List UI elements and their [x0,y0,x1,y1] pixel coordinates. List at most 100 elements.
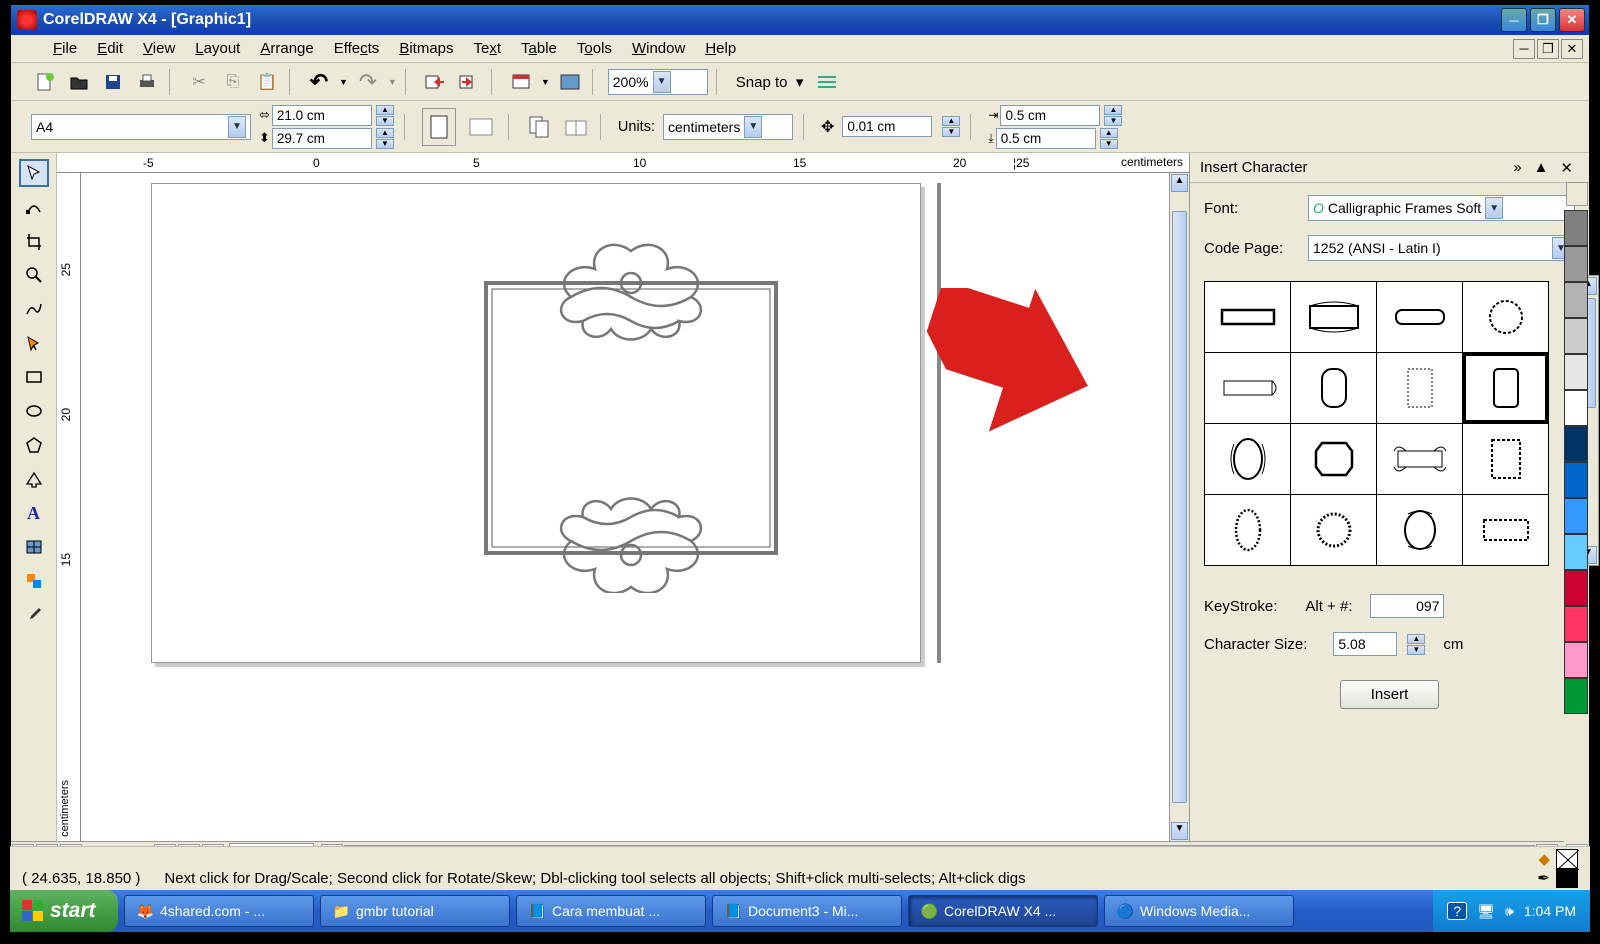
char-cell[interactable] [1205,424,1290,494]
color-swatch[interactable] [1564,282,1588,318]
all-pages-icon[interactable] [526,114,554,140]
char-cell[interactable] [1291,424,1376,494]
color-swatch[interactable] [1564,462,1588,498]
char-cell[interactable] [1377,353,1462,423]
taskbar-item[interactable]: 🔵Windows Media... [1104,895,1294,927]
pick-tool[interactable] [19,159,49,187]
menu-help[interactable]: Help [695,37,746,60]
mdi-restore-button[interactable]: ❐ [1537,39,1559,59]
landscape-button[interactable] [464,108,498,146]
char-cell[interactable] [1291,282,1376,352]
collapsed-docker-tab[interactable] [1566,182,1588,206]
current-page-icon[interactable] [562,114,590,140]
taskbar-item[interactable]: 🦊4shared.com - ... [124,895,314,927]
basic-shapes-tool[interactable] [19,465,49,493]
zoom-combo[interactable]: 200%▼ [608,69,708,95]
shape-tool[interactable] [19,193,49,221]
vertical-scrollbar[interactable]: ▲▼ [1169,173,1189,841]
color-swatch[interactable] [1564,318,1588,354]
color-swatch[interactable] [1564,498,1588,534]
fill-swatch[interactable] [1556,849,1578,869]
char-cell[interactable] [1205,282,1290,352]
duplicate-x-field[interactable]: 0.5 cm [1000,105,1100,126]
char-cell[interactable] [1463,495,1548,565]
new-icon[interactable] [31,69,59,95]
color-swatch[interactable] [1564,354,1588,390]
color-swatch[interactable] [1564,642,1588,678]
color-swatch[interactable] [1564,534,1588,570]
menu-window[interactable]: Window [622,37,695,60]
crop-tool[interactable] [19,227,49,255]
table-tool[interactable] [19,533,49,561]
freehand-tool[interactable] [19,295,49,323]
char-cell[interactable] [1205,495,1290,565]
docker-collapse-icon[interactable]: ▲ [1528,159,1555,176]
char-cell-selected[interactable] [1463,353,1548,423]
horizontal-ruler[interactable]: -5 0 5 10 15 20 ¦25 centimeters [57,153,1189,173]
tray-help-icon[interactable]: ? [1447,902,1467,920]
portrait-button[interactable] [422,108,456,146]
app-launcher-icon[interactable] [507,69,535,95]
nudge-field[interactable]: 0.01 cm [842,116,932,137]
copy-icon[interactable]: ⎘ [219,69,247,95]
menu-tools[interactable]: Tools [567,37,622,60]
menu-layout[interactable]: Layout [185,37,250,60]
char-cell[interactable] [1377,424,1462,494]
menu-text[interactable]: Text [464,37,512,60]
redo-icon[interactable]: ↷ [354,69,382,95]
charsize-field[interactable]: 5.08 [1333,632,1397,656]
insert-button[interactable]: Insert [1340,680,1440,709]
system-tray[interactable]: ? 🖥 🕪 1:04 PM [1433,890,1590,932]
taskbar-item[interactable]: 🟢CorelDRAW X4 ... [908,895,1098,927]
rectangle-tool[interactable] [19,363,49,391]
menu-arrange[interactable]: Arrange [250,37,323,60]
paste-icon[interactable]: 📋 [253,69,281,95]
char-cell[interactable] [1291,495,1376,565]
smart-fill-tool[interactable] [19,329,49,357]
color-swatch[interactable] [1564,210,1588,246]
interactive-tool[interactable] [19,567,49,595]
codepage-combo[interactable]: 1252 (ANSI - Latin I)▼ [1308,235,1575,261]
units-combo[interactable]: centimeters▼ [663,114,793,140]
color-swatch[interactable] [1564,246,1588,282]
color-swatch[interactable] [1564,390,1588,426]
polygon-tool[interactable] [19,431,49,459]
docker-close-icon[interactable]: ✕ [1554,159,1579,177]
docker-expand-icon[interactable]: » [1507,159,1527,176]
char-cell[interactable] [1463,424,1548,494]
text-tool[interactable]: A [19,499,49,527]
taskbar-item[interactable]: 📘Cara membuat ... [516,895,706,927]
taskbar-item[interactable]: 📘Document3 - Mi... [712,895,902,927]
page-height-field[interactable]: 29.7 cm [272,128,372,149]
cut-icon[interactable]: ✂ [185,69,213,95]
options-icon[interactable] [813,69,841,95]
snap-to-menu[interactable]: Snap to ▾ [732,73,808,91]
outline-swatch[interactable] [1556,868,1578,888]
page-width-field[interactable]: 21.0 cm [272,105,372,126]
tray-network-icon[interactable]: 🖥 [1477,903,1495,920]
menu-effects[interactable]: Effects [324,37,390,60]
welcome-icon[interactable] [556,69,584,95]
save-icon[interactable] [99,69,127,95]
zoom-tool[interactable] [19,261,49,289]
maximize-button[interactable]: ❐ [1530,8,1556,32]
color-swatch[interactable] [1564,426,1588,462]
char-cell[interactable] [1377,495,1462,565]
font-combo[interactable]: OCalligraphic Frames Soft▼ [1308,195,1575,221]
print-icon[interactable] [133,69,161,95]
vertical-ruler[interactable]: 25 20 15 centimeters [57,173,81,841]
paper-size-combo[interactable]: A4▼ [31,114,251,140]
duplicate-y-field[interactable]: 0.5 cm [996,128,1096,149]
start-button[interactable]: start [10,890,118,932]
char-cell[interactable] [1205,353,1290,423]
export-icon[interactable] [455,69,483,95]
open-icon[interactable] [65,69,93,95]
ellipse-tool[interactable] [19,397,49,425]
mdi-minimize-button[interactable]: ─ [1513,39,1535,59]
char-cell[interactable] [1463,282,1548,352]
tray-volume-icon[interactable]: 🕪 [1505,903,1514,920]
taskbar-item[interactable]: 📁gmbr tutorial [320,895,510,927]
menu-bitmaps[interactable]: Bitmaps [389,37,463,60]
color-swatch[interactable] [1564,678,1588,714]
char-cell[interactable] [1377,282,1462,352]
